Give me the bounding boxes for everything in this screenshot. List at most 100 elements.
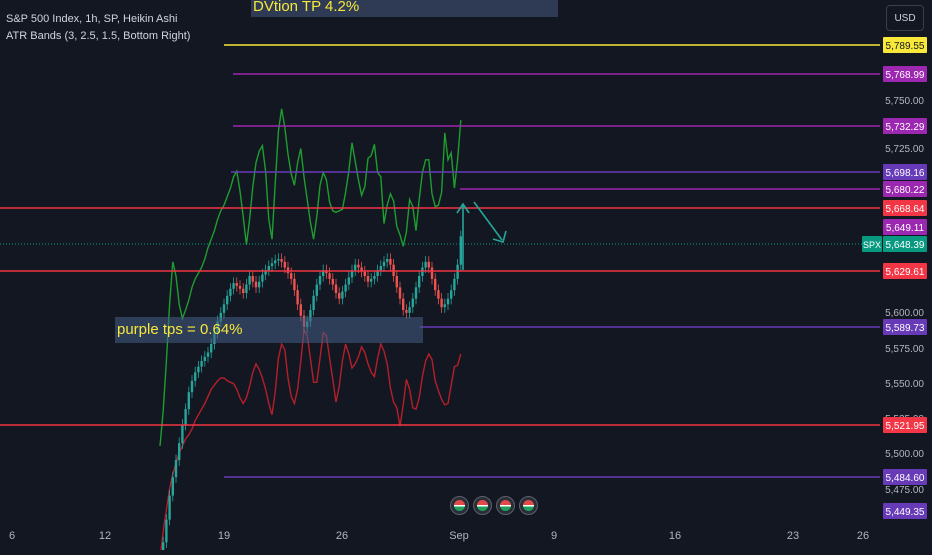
- price-chart[interactable]: 5,750.00 5,725.00 5,600.00 5,575.00 5,550.00…: [0, 0, 932, 555]
- candle-body: [203, 356, 206, 361]
- candle-body: [222, 304, 226, 313]
- y-tick-label: 5,500.00: [885, 449, 924, 460]
- y-axis[interactable]: 5,750.00 5,725.00 5,600.00 5,575.00 5,550.00…: [885, 96, 924, 496]
- candle-body: [178, 443, 181, 461]
- candle-body: [453, 278, 456, 291]
- price-labels-layer: 5,789.55 5,768.99 5,732.29 5,698.16 5,680.22…: [862, 37, 927, 519]
- earnings-event-icon[interactable]: [496, 496, 515, 515]
- candle-body: [408, 307, 411, 313]
- candle-body: [363, 271, 366, 276]
- candle-body: [411, 298, 414, 308]
- candle-body: [370, 278, 373, 282]
- level-price-label: 5,680.22: [886, 185, 925, 196]
- candle-body: [235, 283, 238, 286]
- level-price-label: 5,698.16: [886, 168, 925, 179]
- level-price-label: 5,789.55: [886, 41, 925, 52]
- candle-body: [174, 460, 178, 478]
- candle-body: [366, 276, 370, 282]
- x-tick-label: 19: [218, 530, 230, 542]
- candle-body: [261, 274, 264, 282]
- candle-body: [328, 273, 331, 279]
- candle-body: [258, 281, 261, 288]
- upper-band-layer: [159, 108, 462, 447]
- candle-body: [197, 366, 200, 373]
- candle-body: [357, 264, 360, 268]
- candle-body: [331, 278, 334, 285]
- candle-body: [290, 273, 293, 279]
- x-tick-label: 23: [787, 530, 799, 542]
- y-tick-label: 5,750.00: [885, 96, 924, 107]
- candle-body: [242, 288, 245, 293]
- chart-title: S&P 500 Index, 1h, SP, Heikin Ashi: [6, 13, 178, 25]
- candle-body: [398, 287, 402, 299]
- candle-body: [446, 298, 450, 305]
- y-tick-label: 5,475.00: [885, 485, 924, 496]
- candle-body: [238, 285, 242, 289]
- candle-body: [194, 372, 197, 381]
- candle-body: [248, 276, 251, 285]
- candle-body: [389, 259, 392, 265]
- candle-body: [312, 295, 315, 310]
- candle-body: [245, 284, 248, 293]
- candle-body: [293, 278, 296, 291]
- candle-body: [379, 266, 382, 271]
- earnings-event-icon[interactable]: [450, 496, 469, 515]
- y-tick-label: 5,600.00: [885, 308, 924, 319]
- candle-body: [254, 281, 258, 288]
- candle-body: [341, 291, 344, 299]
- earnings-event-icon[interactable]: [519, 496, 538, 515]
- y-tick-label: 5,575.00: [885, 344, 924, 355]
- candle-body: [334, 284, 338, 293]
- candles-layer: [162, 230, 462, 555]
- candle-body: [200, 361, 203, 367]
- candle-body: [459, 236, 462, 265]
- level-price-label: 5,732.29: [886, 122, 925, 133]
- candle-body: [280, 259, 283, 262]
- candle-body: [270, 263, 274, 267]
- candle-body: [267, 266, 270, 271]
- candle-body: [283, 261, 286, 268]
- event-markers: [450, 496, 538, 518]
- candle-body: [184, 409, 187, 425]
- candle-body: [373, 276, 376, 279]
- upper-atr-band-line: [159, 108, 462, 447]
- x-tick-label: 16: [669, 530, 681, 542]
- candle-body: [232, 283, 235, 289]
- earnings-event-icon[interactable]: [473, 496, 492, 515]
- level-price-label: 5,484.60: [886, 473, 925, 484]
- candle-body: [427, 261, 430, 268]
- candle-body: [296, 290, 299, 305]
- x-tick-label: 9: [551, 530, 557, 542]
- x-tick-label: 6: [9, 530, 15, 542]
- currency-button[interactable]: USD: [886, 5, 924, 31]
- candle-body: [165, 519, 168, 543]
- candle-body: [162, 542, 165, 555]
- dvtion-tp-annotation[interactable]: DVtion TP 4.2%: [251, 0, 558, 17]
- candle-body: [318, 276, 322, 285]
- candle-body: [430, 267, 434, 279]
- chart-canvas[interactable]: 5,750.00 5,725.00 5,600.00 5,575.00 5,550.00…: [0, 0, 932, 555]
- candle-body: [424, 261, 427, 268]
- candle-body: [414, 287, 418, 299]
- candle-body: [354, 264, 357, 271]
- candle-body: [299, 304, 302, 316]
- candle-body: [443, 304, 446, 308]
- candle-body: [171, 477, 174, 496]
- candle-body: [206, 352, 210, 357]
- candle-body: [386, 259, 389, 262]
- candle-body: [274, 260, 277, 264]
- purple-tps-annotation[interactable]: purple tps = 0.64%: [115, 317, 423, 343]
- candle-body: [168, 495, 171, 520]
- indicator-legend[interactable]: ATR Bands (3, 2.5, 1.5, Bottom Right): [6, 30, 190, 42]
- candle-body: [347, 277, 350, 285]
- candle-body: [315, 284, 318, 296]
- symbol-label: SPX: [863, 240, 881, 250]
- candle-body: [190, 380, 194, 393]
- candle-body: [338, 293, 341, 299]
- candle-body: [229, 288, 232, 296]
- x-axis[interactable]: 6 12 19 26 Sep 9 16 23 26: [9, 530, 869, 542]
- y-tick-label: 5,725.00: [885, 144, 924, 155]
- candle-body: [434, 278, 437, 291]
- level-price-label: 5,589.73: [886, 323, 925, 334]
- level-price-label: 5,449.35: [886, 507, 925, 518]
